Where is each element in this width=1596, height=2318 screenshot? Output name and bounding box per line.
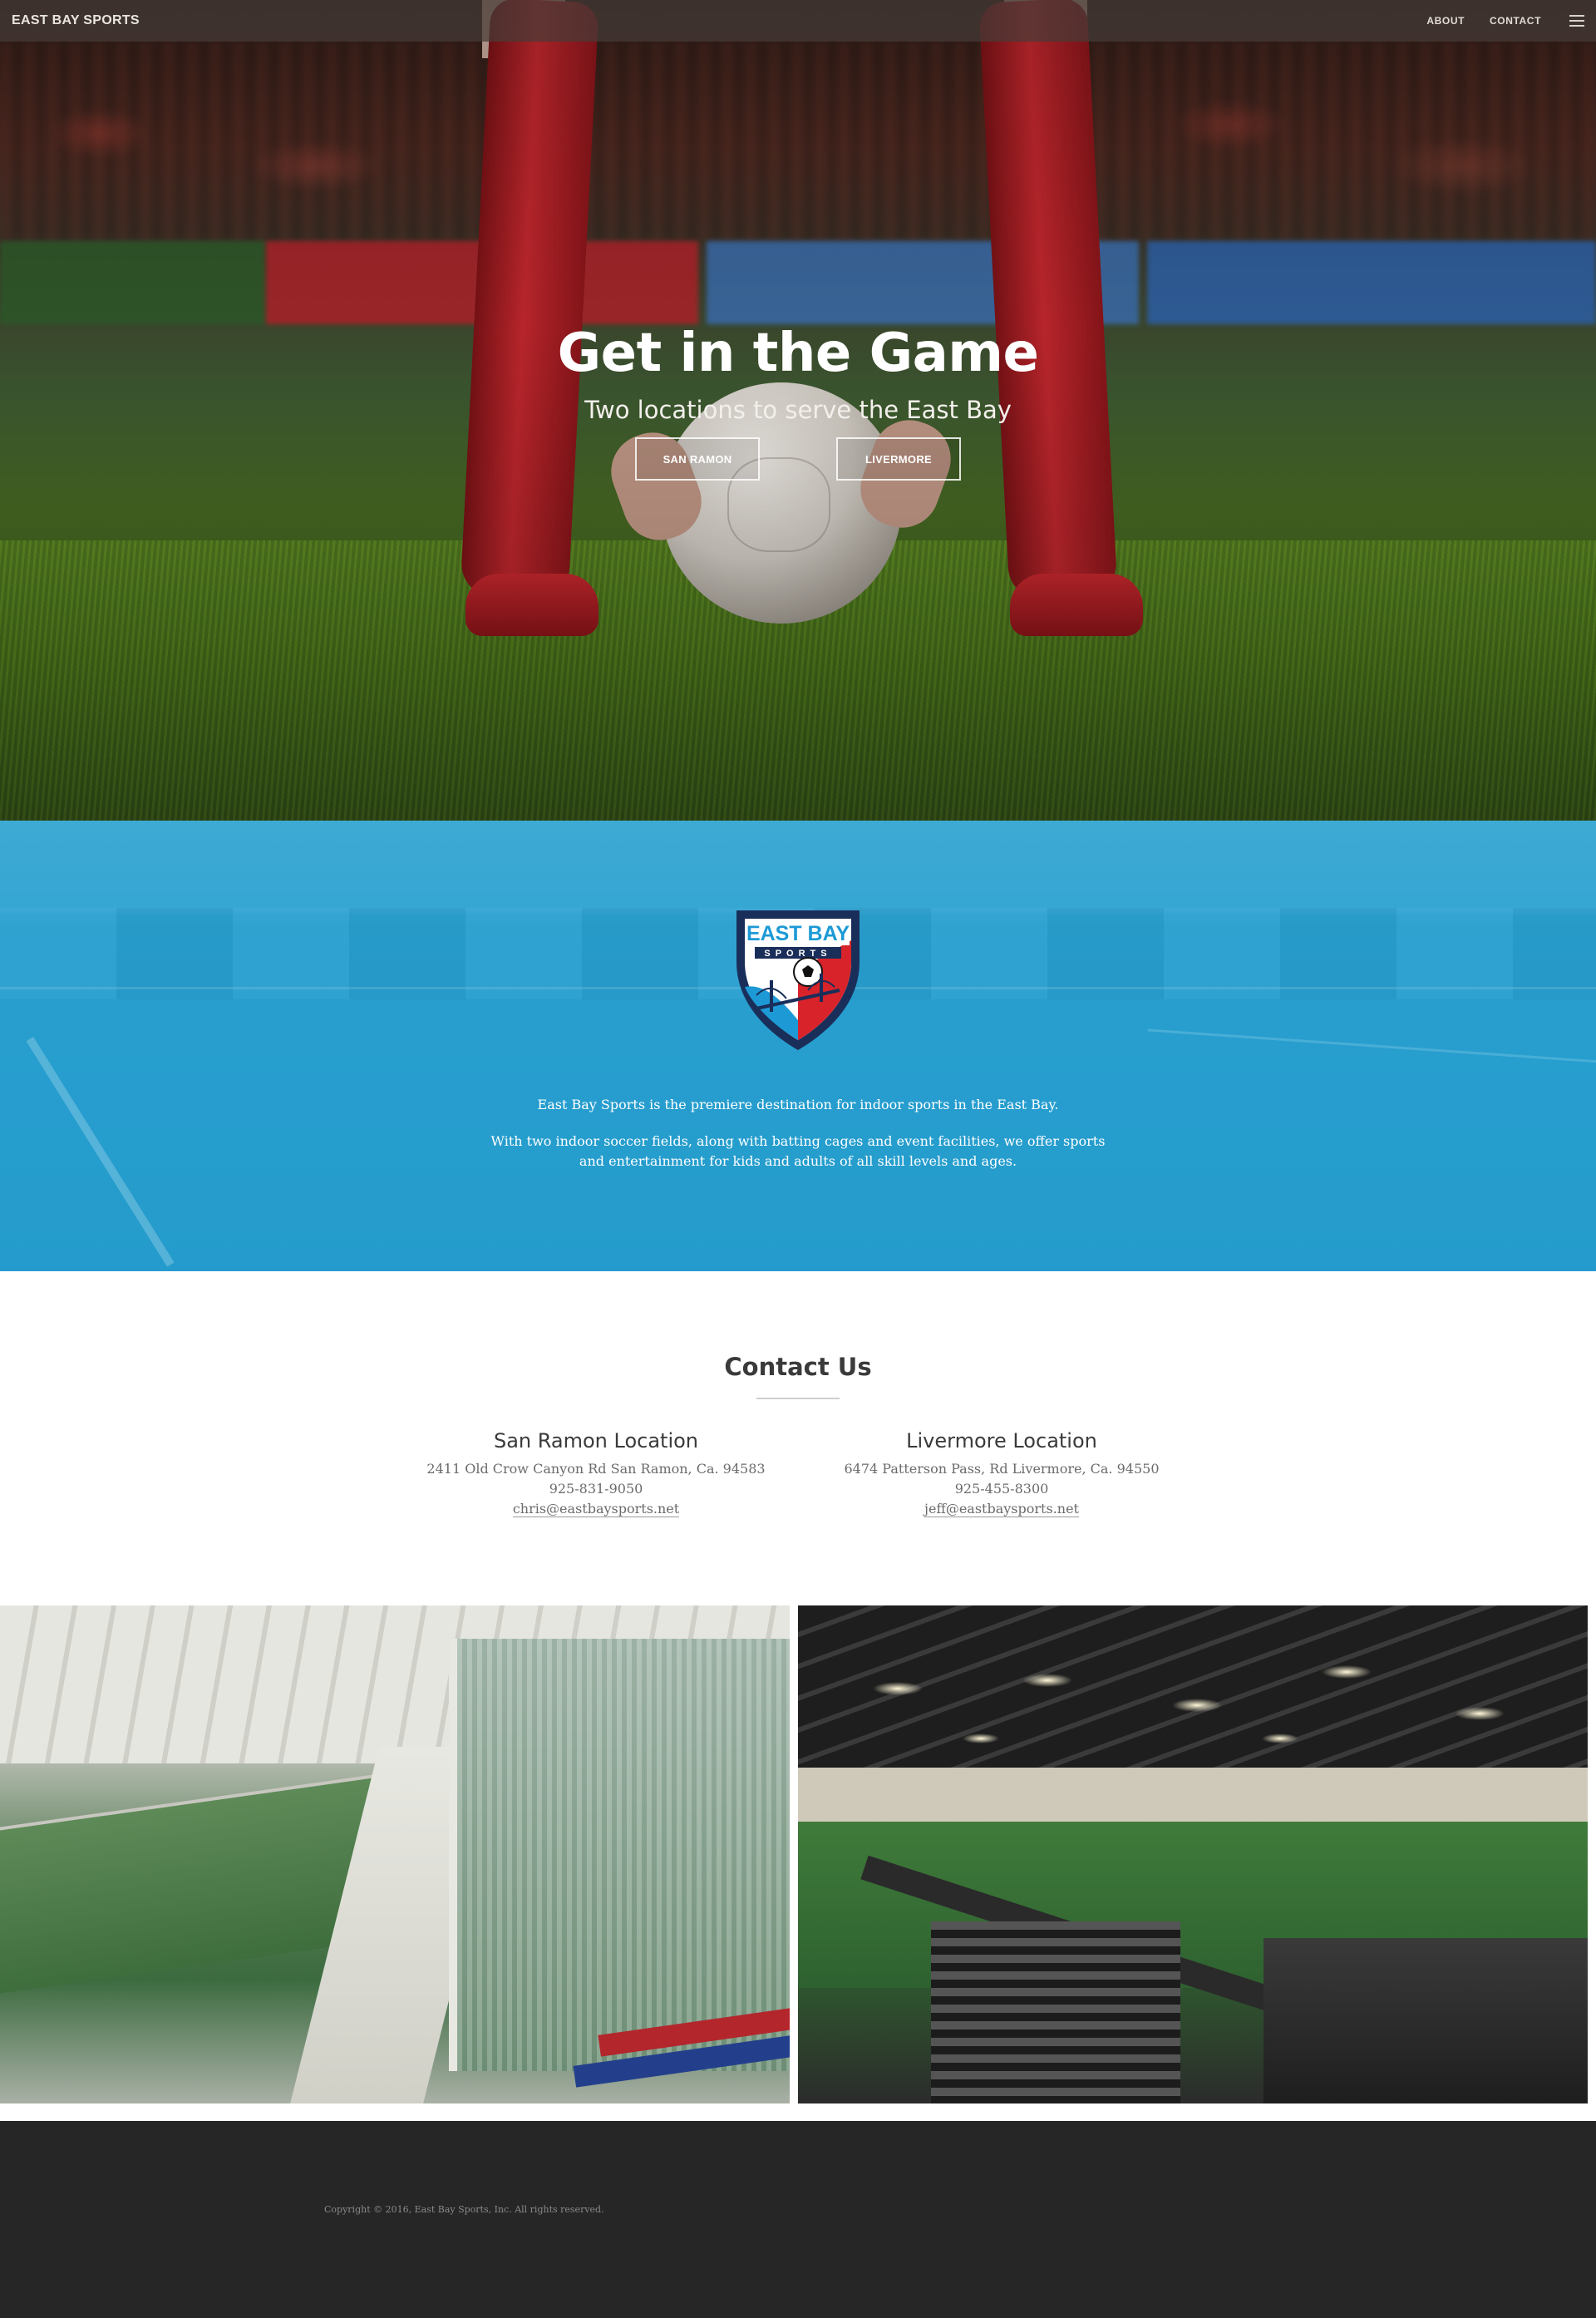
brand-logo-text[interactable]: EAST BAY SPORTS <box>12 13 140 28</box>
copyright-text: Copyright © 2016, East Bay Sports, Inc. … <box>324 2204 604 2215</box>
location-email-link[interactable]: jeff@eastbaysports.net <box>924 1501 1079 1517</box>
nav-links: ABOUT CONTACT <box>1426 15 1584 27</box>
hero-title: Get in the Game <box>557 323 1039 384</box>
livermore-button[interactable]: LIVERMORE <box>836 437 961 481</box>
san-ramon-button[interactable]: SAN RAMON <box>635 437 760 481</box>
location-address: 2411 Old Crow Canyon Rd San Ramon, Ca. 9… <box>426 1461 766 1477</box>
nav-link-contact[interactable]: CONTACT <box>1490 15 1541 27</box>
san-ramon-facility-photo <box>0 1605 790 2103</box>
location-name: Livermore Location <box>906 1429 1097 1452</box>
logo-text-sports: SPORTS <box>764 949 831 959</box>
about-section: EAST BAY SPORTS East Bay Sports is the p… <box>0 821 1596 1271</box>
location-email-link[interactable]: chris@eastbaysports.net <box>512 1501 680 1517</box>
hero-buttons: SAN RAMON LIVERMORE <box>0 437 1596 481</box>
hero-content: Get in the Game Two locations to serve t… <box>0 324 1596 481</box>
about-paragraph-2: With two indoor soccer fields, along wit… <box>490 1133 1106 1169</box>
top-navbar: EAST BAY SPORTS ABOUT CONTACT <box>0 0 1596 42</box>
east-bay-sports-logo: EAST BAY SPORTS <box>728 904 868 1053</box>
shield-logo-icon: EAST BAY SPORTS <box>736 910 860 1050</box>
hero-section: Get in the Game Two locations to serve t… <box>0 0 1596 821</box>
livermore-facility-photo <box>798 1605 1588 2103</box>
about-text: East Bay Sports is the premiere destinat… <box>0 1095 1596 1171</box>
hero-subtitle: Two locations to serve the East Bay <box>584 396 1012 425</box>
footer: Copyright © 2016, East Bay Sports, Inc. … <box>0 2121 1596 2318</box>
contact-title: Contact Us <box>724 1353 872 1381</box>
nav-link-about[interactable]: ABOUT <box>1426 15 1465 27</box>
location-address: 6474 Patterson Pass, Rd Livermore, Ca. 9… <box>844 1461 1160 1477</box>
location-phone: 925-455-8300 <box>954 1481 1049 1497</box>
location-san-ramon: San Ramon Location 2411 Old Crow Canyon … <box>421 1429 771 1519</box>
about-paragraph-1: East Bay Sports is the premiere destinat… <box>537 1097 1059 1112</box>
contact-divider <box>756 1398 840 1399</box>
hamburger-menu-icon[interactable] <box>1569 15 1584 27</box>
logo-text-east-bay: EAST BAY <box>746 922 850 945</box>
location-phone: 925-831-9050 <box>549 1481 643 1497</box>
location-name: San Ramon Location <box>493 1429 699 1452</box>
facility-photos <box>0 1605 1596 2121</box>
location-livermore: Livermore Location 6474 Patterson Pass, … <box>827 1429 1176 1519</box>
contact-section: Contact Us San Ramon Location 2411 Old C… <box>0 1271 1596 1605</box>
